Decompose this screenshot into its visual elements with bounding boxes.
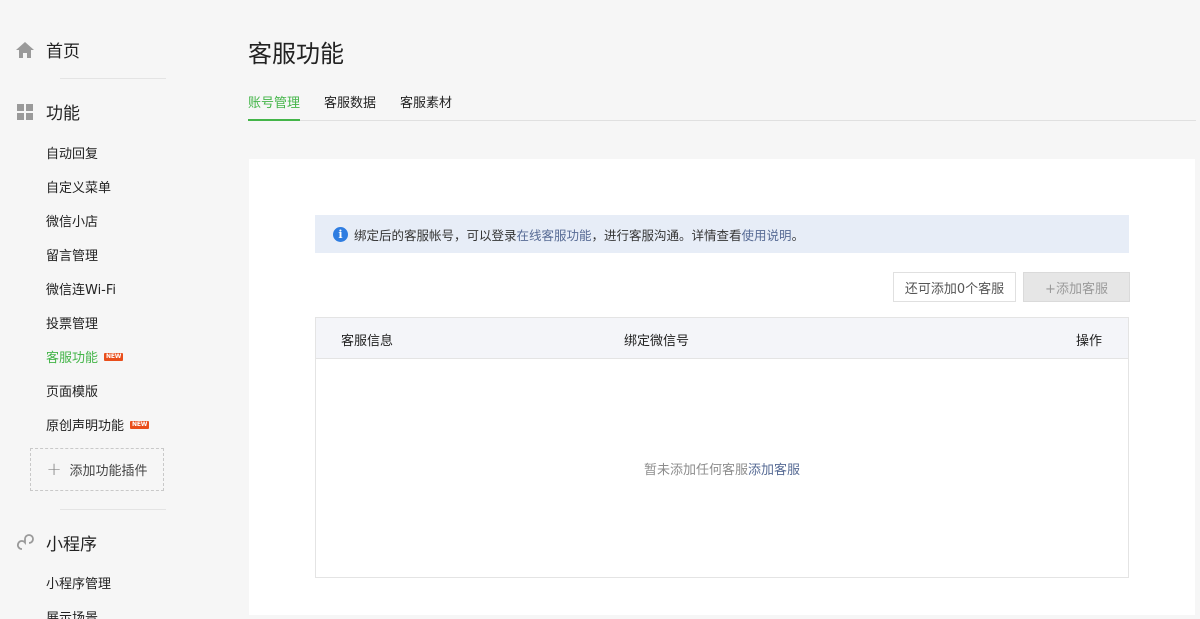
new-badge: NEW: [104, 352, 124, 361]
notice-text: ，进行客服沟通。详情查看: [591, 227, 742, 243]
sidebar-item-voting[interactable]: 投票管理: [46, 313, 98, 332]
grid-icon: [14, 101, 36, 123]
column-header-service-info: 客服信息: [341, 334, 394, 349]
home-icon: [14, 39, 36, 61]
nav-features[interactable]: 功能: [14, 99, 80, 124]
sidebar: 首页 功能 自动回复 自定义菜单 微信小店 留言管理 微信连Wi-Fi 投票管理…: [0, 0, 190, 619]
nav-miniprogram-label: 小程序: [46, 535, 97, 555]
sidebar-item-label: 展示场景: [46, 611, 99, 619]
add-service-link[interactable]: 添加客服: [748, 463, 800, 478]
new-badge: NEW: [130, 420, 150, 429]
sidebar-divider: [60, 509, 166, 510]
sidebar-item-label: 微信连Wi-Fi: [46, 283, 117, 298]
sidebar-item-original-declaration[interactable]: 原创声明功能 NEW: [46, 415, 150, 434]
sidebar-item-miniprogram-management[interactable]: 小程序管理: [46, 573, 111, 592]
tab-bar: 账号管理 客服数据 客服素材: [248, 88, 1196, 121]
sidebar-item-label: 微信小店: [46, 215, 99, 230]
usage-guide-link[interactable]: 使用说明: [742, 225, 792, 244]
empty-text: 暂未添加任何客服: [643, 463, 748, 478]
nav-features-label: 功能: [46, 104, 80, 124]
sidebar-item-label: 原创声明功能: [46, 419, 125, 434]
nav-home-label: 首页: [46, 42, 80, 62]
plus-icon: +: [46, 459, 62, 480]
add-plugin-label: 添加功能插件: [69, 464, 148, 479]
nav-home[interactable]: 首页: [14, 37, 80, 62]
sidebar-item-label: 自动回复: [46, 147, 99, 162]
sidebar-item-customer-service[interactable]: 客服功能 NEW: [46, 347, 124, 366]
sidebar-item-comments[interactable]: 留言管理: [46, 245, 98, 264]
tab-account-management[interactable]: 账号管理: [248, 92, 301, 121]
notice-text: 。: [791, 227, 805, 243]
page-title: 客服功能: [248, 40, 344, 68]
link-icon: [14, 532, 36, 554]
sidebar-divider: [60, 78, 166, 79]
sidebar-item-label: 客服功能: [46, 351, 99, 366]
sidebar-item-wifi[interactable]: 微信连Wi-Fi: [46, 279, 116, 298]
column-header-actions: 操作: [1075, 334, 1102, 349]
sidebar-item-label: 留言管理: [46, 249, 99, 264]
sidebar-item-label: 自定义菜单: [46, 181, 112, 196]
info-icon: i: [333, 226, 348, 242]
service-table: 客服信息 绑定微信号 操作 暂未添加任何客服添加客服: [315, 317, 1129, 578]
sidebar-item-display-scenes[interactable]: 展示场景: [46, 607, 98, 619]
tab-service-materials[interactable]: 客服素材: [400, 92, 452, 121]
sidebar-item-custom-menu[interactable]: 自定义菜单: [46, 177, 111, 196]
info-notice: i 绑定后的客服帐号，可以登录 在线客服功能 ，进行客服沟通。详情查看 使用说明…: [315, 215, 1129, 253]
sidebar-item-auto-reply[interactable]: 自动回复: [46, 143, 98, 162]
sidebar-item-label: 小程序管理: [46, 577, 112, 592]
online-service-link[interactable]: 在线客服功能: [517, 225, 592, 244]
nav-miniprogram[interactable]: 小程序: [14, 530, 97, 555]
sidebar-item-wechat-store[interactable]: 微信小店: [46, 211, 98, 230]
notice-text: 绑定后的客服帐号，可以登录: [354, 227, 517, 243]
sidebar-item-page-templates[interactable]: 页面模版: [46, 381, 98, 400]
sidebar-item-label: 页面模版: [46, 385, 99, 400]
empty-state: 暂未添加任何客服添加客服: [316, 459, 1128, 478]
sidebar-item-label: 投票管理: [46, 317, 99, 332]
column-header-wechat-id: 绑定微信号: [624, 334, 690, 349]
table-header: 客服信息 绑定微信号 操作: [316, 318, 1128, 359]
add-plugin-button[interactable]: + 添加功能插件: [30, 448, 164, 491]
remaining-count: 还可添加0个客服: [893, 272, 1016, 302]
add-service-button[interactable]: +添加客服: [1023, 272, 1130, 302]
content-panel: i 绑定后的客服帐号，可以登录 在线客服功能 ，进行客服沟通。详情查看 使用说明…: [249, 159, 1195, 615]
tab-service-data[interactable]: 客服数据: [324, 92, 376, 121]
